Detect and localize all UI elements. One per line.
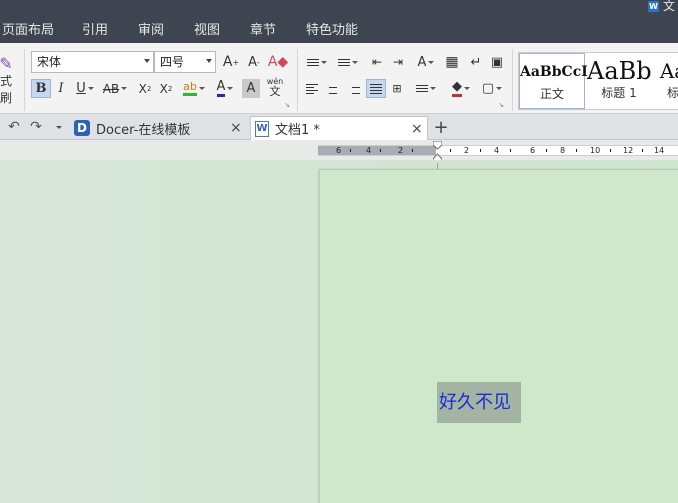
- ruler-label: 6: [530, 146, 536, 155]
- subscript-icon[interactable]: X2: [157, 79, 175, 98]
- font-name-select[interactable]: 宋体: [31, 51, 154, 73]
- document-text[interactable]: 好久不见: [437, 382, 521, 423]
- font-size-select[interactable]: 四号: [154, 51, 216, 73]
- line-spacing-icon[interactable]: [412, 79, 440, 98]
- ruler-label: 10: [590, 146, 601, 155]
- ruler-label: 12: [623, 146, 634, 155]
- bullet-list-icon[interactable]: [303, 52, 331, 72]
- style-heading-2-label: 标: [666, 86, 678, 100]
- paragraph-mark-icon[interactable]: ↵: [467, 52, 485, 72]
- font-color-icon[interactable]: A: [211, 77, 239, 99]
- ribbon-separator: [24, 49, 25, 111]
- align-center-icon[interactable]: [324, 79, 342, 98]
- menu-tab-special-features[interactable]: 特色功能: [306, 20, 358, 43]
- underline-icon[interactable]: U: [72, 79, 98, 98]
- format-painter-icon[interactable]: ✎: [0, 53, 13, 73]
- borders-icon[interactable]: ▣: [488, 52, 506, 72]
- ruler-label: 6: [336, 146, 342, 155]
- chevron-down-icon: [144, 59, 150, 63]
- increase-indent-icon[interactable]: ⇥: [389, 52, 407, 72]
- phonetic-guide-bottom: 文: [269, 85, 281, 98]
- style-heading-2-preview: Aa: [659, 59, 678, 83]
- clear-formatting-icon[interactable]: A◆: [268, 52, 288, 72]
- border-style-icon[interactable]: ▢: [478, 79, 506, 98]
- bold-icon[interactable]: B: [31, 79, 51, 98]
- decrease-indent-icon[interactable]: ⇤: [368, 52, 386, 72]
- style-normal[interactable]: AaBbCcI 正文: [519, 53, 588, 109]
- decrease-font-size-icon[interactable]: A-: [245, 52, 263, 72]
- tab-document-1[interactable]: W 文档1 * ×: [250, 116, 428, 140]
- font-size-value: 四号: [160, 55, 185, 69]
- undo-icon[interactable]: ↶: [6, 118, 22, 136]
- document-page[interactable]: [319, 169, 678, 503]
- quick-access-dropdown-icon[interactable]: [52, 118, 64, 136]
- distributed-align-icon[interactable]: ⊞: [388, 79, 406, 98]
- justify-icon[interactable]: [366, 79, 386, 98]
- increase-font-size-icon[interactable]: A +: [222, 52, 240, 72]
- styles-gallery: AaBbCcI 正文 AaBb 标题 1 Aa 标: [518, 52, 678, 110]
- ruler-label: 2: [464, 146, 470, 155]
- horizontal-ruler[interactable]: 6 4 2 2 4 6 8 10 12 14: [318, 145, 678, 156]
- italic-icon[interactable]: I: [53, 79, 69, 98]
- format-painter-label: 式刷: [0, 74, 13, 105]
- ruler-label: 8: [560, 146, 566, 155]
- ruler-row: 6 4 2 2 4 6 8 10 12 14: [0, 140, 678, 160]
- ruler-label: 4: [366, 146, 372, 155]
- ruler-label: 2: [398, 146, 404, 155]
- new-tab-icon[interactable]: +: [432, 117, 450, 138]
- redo-icon[interactable]: ↷: [28, 118, 44, 136]
- style-heading-1-preview: AaBb: [587, 57, 652, 85]
- font-name-value: 宋体: [37, 55, 62, 69]
- document-icon: W: [255, 120, 269, 137]
- close-icon[interactable]: ×: [230, 120, 242, 136]
- ribbon-separator: [297, 49, 298, 111]
- strikethrough-icon[interactable]: AB: [101, 79, 129, 98]
- numbered-list-icon[interactable]: [334, 52, 362, 72]
- font-dialog-launcher-icon[interactable]: ↘: [283, 101, 291, 109]
- menu-tab-page-layout[interactable]: 页面布局: [2, 20, 54, 43]
- style-heading-1-label: 标题 1: [601, 86, 637, 100]
- style-normal-label: 正文: [539, 87, 564, 101]
- paragraph-shading-icon[interactable]: ◆: [447, 77, 475, 99]
- menu-bar: 页面布局 引用 审阅 视图 章节 特色功能 W 文: [0, 0, 678, 43]
- phonetic-guide-icon[interactable]: wén 文: [262, 73, 288, 101]
- ruler-label: 14: [654, 146, 665, 155]
- tab-docer-label: Docer-在线模板: [96, 122, 191, 138]
- text-direction-icon[interactable]: A: [412, 52, 440, 72]
- tab-document-label: 文档1 *: [275, 123, 320, 138]
- table-grid-icon[interactable]: ▦: [443, 52, 461, 72]
- ribbon-separator: [512, 49, 513, 111]
- ribbon-toolbar: ✎ 式刷 宋体 四号 A + A- A◆ B I U AB X2 X2 ab A …: [0, 43, 678, 114]
- align-right-icon[interactable]: [345, 79, 363, 98]
- ruler-label: 4: [494, 146, 500, 155]
- superscript-icon[interactable]: X2: [136, 79, 154, 98]
- window-title: W 文: [648, 0, 675, 12]
- close-icon[interactable]: ×: [411, 121, 423, 137]
- menu-tab-section[interactable]: 章节: [250, 20, 276, 43]
- character-shading-icon[interactable]: A: [242, 79, 260, 98]
- docer-icon: D: [74, 120, 90, 136]
- tab-docer-templates[interactable]: D Docer-在线模板 ×: [70, 116, 248, 140]
- menu-tab-view[interactable]: 视图: [194, 20, 220, 43]
- menu-tab-review[interactable]: 审阅: [138, 20, 164, 43]
- chevron-down-icon: [206, 59, 212, 63]
- style-heading-1[interactable]: AaBb 标题 1: [587, 53, 652, 109]
- style-heading-2[interactable]: Aa 标: [653, 53, 678, 109]
- style-normal-preview: AaBbCcI: [520, 64, 588, 80]
- window-title-text: 文: [663, 0, 676, 13]
- wps-writer-icon: W: [648, 0, 659, 12]
- paragraph-dialog-launcher-icon[interactable]: ↘: [497, 101, 505, 109]
- highlight-color-icon[interactable]: ab: [180, 77, 208, 99]
- menu-tab-references[interactable]: 引用: [82, 20, 108, 43]
- align-left-icon[interactable]: [303, 79, 321, 98]
- document-tab-strip: ↶ ↷ D Docer-在线模板 × W 文档1 * × +: [0, 114, 678, 140]
